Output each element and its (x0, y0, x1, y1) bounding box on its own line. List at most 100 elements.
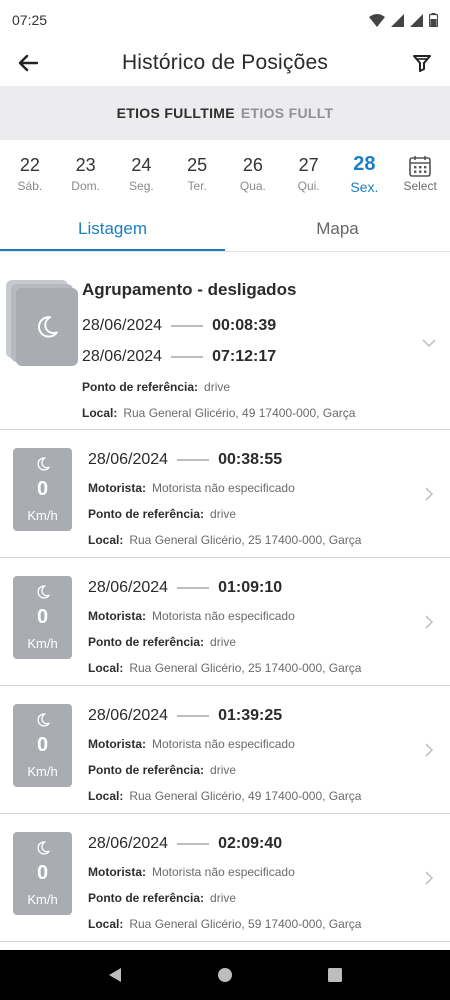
local-row: Local: Rua General Glicério, 49 17400-00… (88, 789, 450, 809)
vehicle-selected[interactable]: ETIOS FULLTIME (117, 105, 235, 121)
day-item[interactable]: 24 Seg. (114, 155, 170, 193)
day-weekday: Sex. (350, 179, 379, 195)
back-button[interactable] (14, 49, 42, 77)
item-date: 28/06/2024 (88, 706, 169, 724)
position-item[interactable]: 0 Km/h 28/06/2024 00:38:55 Motorista: Mo… (0, 430, 450, 558)
day-number: 24 (131, 155, 152, 175)
reference-row: Ponto de referência: drive (88, 507, 450, 527)
day-number: 23 (75, 155, 96, 175)
vehicle-selector: ETIOS FULLTIME ETIOS FULLT (0, 86, 450, 140)
filter-button[interactable] (408, 49, 436, 77)
speed-unit: Km/h (27, 636, 58, 651)
day-number: 22 (19, 155, 40, 175)
item-date: 28/06/2024 (88, 578, 169, 596)
speed-value: 0 (36, 478, 49, 500)
reference-label: Ponto de referência: (88, 763, 205, 777)
day-item-selected[interactable]: 28 Sex. (337, 153, 393, 195)
speed-value: 0 (36, 734, 49, 756)
date-picker-button[interactable]: Select (392, 155, 448, 193)
local-value: Rua General Glicério, 49 17400-000, Garç… (129, 789, 362, 803)
stacked-tiles (6, 280, 78, 366)
end-date: 28/06/2024 (82, 347, 163, 365)
local-value: Rua General Glicério, 49 17400-000, Garç… (123, 406, 356, 420)
app-bar: Histórico de Posições (0, 40, 450, 86)
tab-mapa[interactable]: Mapa (225, 208, 450, 251)
wifi-icon (369, 13, 385, 27)
day-item[interactable]: 25 Ter. (169, 155, 225, 193)
day-item[interactable]: 26 Qua. (225, 155, 281, 193)
position-item[interactable]: 0 Km/h 28/06/2024 01:39:25 Motorista: Mo… (0, 686, 450, 814)
driver-label: Motorista: (88, 609, 146, 623)
chevron-right-icon[interactable] (422, 615, 436, 629)
reference-value: drive (210, 763, 237, 777)
position-item[interactable]: 0 Km/h 28/06/2024 02:09:40 Motorista: Mo… (0, 814, 450, 942)
local-value: Rua General Glicério, 25 17400-000, Garç… (129, 533, 362, 547)
driver-value: Motorista não especificado (152, 481, 295, 495)
day-weekday: Qui. (297, 179, 320, 193)
view-tabs: Listagem Mapa (0, 208, 450, 252)
day-weekday: Qua. (239, 179, 266, 193)
moon-icon (36, 457, 50, 471)
chevron-right-icon[interactable] (422, 487, 436, 501)
divider (171, 324, 204, 327)
driver-label: Motorista: (88, 481, 146, 495)
back-triangle-icon[interactable] (107, 967, 123, 983)
positions-list[interactable]: Agrupamento - desligados 28/06/2024 00:0… (0, 264, 450, 948)
day-weekday: Dom. (71, 179, 100, 193)
moon-icon (36, 585, 50, 599)
driver-row: Motorista: Motorista não especificado (88, 609, 450, 629)
position-item[interactable]: 0 Km/h 28/06/2024 01:09:10 Motorista: Mo… (0, 558, 450, 686)
driver-row: Motorista: Motorista não especificado (88, 737, 450, 757)
local-label: Local: (88, 917, 124, 931)
group-card[interactable]: Agrupamento - desligados 28/06/2024 00:0… (0, 264, 450, 430)
divider (177, 586, 210, 589)
system-nav-bar (0, 950, 450, 1000)
vehicle-next[interactable]: ETIOS FULLT (241, 105, 333, 121)
reference-value: drive (204, 380, 231, 394)
reference-label: Ponto de referência: (88, 891, 205, 905)
day-weekday: Seg. (129, 179, 154, 193)
group-title: Agrupamento - desligados (82, 280, 297, 299)
day-item[interactable]: 27 Qui. (281, 155, 337, 193)
item-time: 00:38:55 (218, 450, 283, 468)
divider (177, 458, 210, 461)
day-item[interactable]: 22 Sáb. (2, 155, 58, 193)
speed-value: 0 (36, 862, 49, 884)
speed-tile: 0 Km/h (13, 448, 72, 531)
status-time: 07:25 (12, 12, 48, 28)
day-number: 27 (298, 155, 319, 175)
reference-label: Ponto de referência: (82, 380, 199, 394)
day-number: 25 (187, 155, 208, 175)
datetime-row: 28/06/2024 00:38:55 (88, 444, 450, 475)
battery-icon (429, 13, 438, 27)
reference-label: Ponto de referência: (88, 635, 205, 649)
chevron-down-icon[interactable] (422, 336, 436, 350)
local-value: Rua General Glicério, 25 17400-000, Garç… (129, 661, 362, 675)
divider (177, 842, 210, 845)
driver-value: Motorista não especificado (152, 609, 295, 623)
speed-tile: 0 Km/h (13, 832, 72, 915)
day-item[interactable]: 23 Dom. (58, 155, 114, 193)
day-number: 28 (353, 153, 376, 175)
reference-row: Ponto de referência: drive (82, 380, 450, 400)
chevron-right-icon[interactable] (422, 871, 436, 885)
chevron-right-icon[interactable] (422, 743, 436, 757)
datetime-row: 28/06/2024 01:39:25 (88, 700, 450, 731)
tab-listagem[interactable]: Listagem (0, 208, 225, 251)
calendar-icon (409, 156, 431, 177)
select-label: Select (403, 179, 437, 193)
status-icons (369, 13, 438, 27)
home-circle-icon[interactable] (217, 967, 233, 983)
driver-label: Motorista: (88, 737, 146, 751)
datetime-row: 28/06/2024 02:09:40 (88, 828, 450, 859)
local-row: Local: Rua General Glicério, 49 17400-00… (82, 406, 450, 426)
recents-square-icon[interactable] (327, 967, 343, 983)
start-date: 28/06/2024 (82, 316, 163, 334)
day-selector: 22 Sáb. 23 Dom. 24 Seg. 25 Ter. 26 Qua. 27 Qui… (0, 140, 450, 208)
group-start: 28/06/2024 00:08:39 (82, 310, 450, 341)
reference-value: drive (210, 635, 237, 649)
driver-row: Motorista: Motorista não especificado (88, 865, 450, 885)
start-time: 00:08:39 (212, 316, 277, 334)
local-row: Local: Rua General Glicério, 25 17400-00… (88, 661, 450, 681)
status-bar: 07:25 (0, 0, 450, 40)
